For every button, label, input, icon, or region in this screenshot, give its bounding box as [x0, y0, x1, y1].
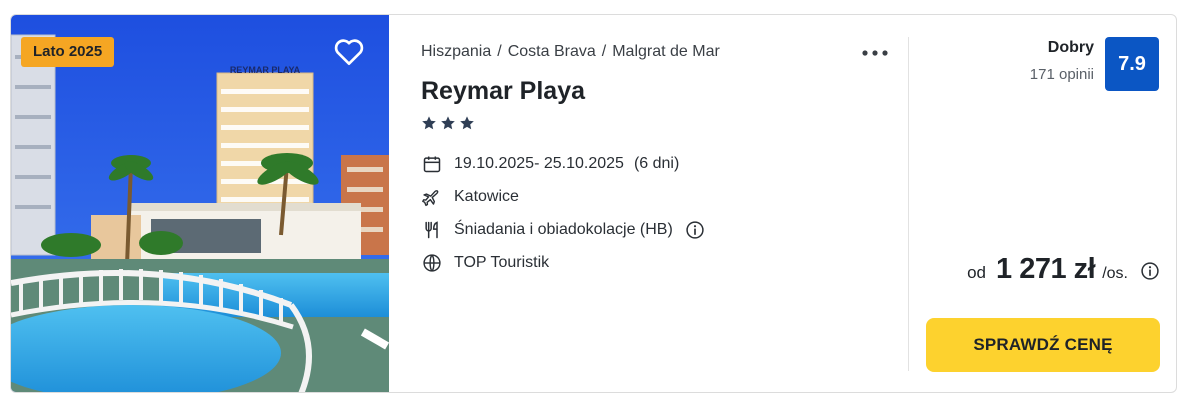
departure-airport: Katowice [421, 185, 891, 209]
price-info-button[interactable] [1140, 261, 1160, 281]
rating-label: Dobry [1047, 39, 1094, 56]
breadcrumb-separator: / [497, 43, 502, 60]
breadcrumb-country[interactable]: Hiszpania [421, 43, 491, 60]
season-badge: Lato 2025 [21, 37, 115, 67]
star-icon [441, 116, 455, 130]
breadcrumb-region[interactable]: Costa Brava [508, 43, 596, 60]
breadcrumb: Hiszpania / Costa Brava / Malgrat de Mar [421, 43, 720, 61]
column-divider [908, 37, 909, 371]
hotel-photo-image: REYMAR PLAYA [11, 15, 389, 392]
operator-text: TOP Touristik [454, 254, 550, 271]
price-unit: /os. [1102, 265, 1128, 282]
more-options-button[interactable] [857, 43, 893, 63]
board-info-button[interactable] [685, 220, 705, 240]
calendar-icon [421, 153, 443, 175]
hotel-photo[interactable]: REYMAR PLAYA Lato 2025 [11, 15, 389, 392]
favorite-button[interactable] [331, 33, 367, 69]
more-horizontal-icon [862, 50, 888, 56]
offer-details: Hiszpania / Costa Brava / Malgrat de Mar Rey… [421, 15, 901, 392]
info-circle-icon [686, 221, 704, 239]
rating-score-badge[interactable]: 7.9 [1105, 37, 1159, 91]
star-icon [460, 116, 474, 130]
dates-text: 19.10.2025- 25.10.2025 [454, 155, 624, 172]
info-circle-icon [1141, 262, 1159, 280]
price-prefix: od [967, 263, 987, 282]
breadcrumb-separator: / [601, 43, 607, 60]
star-icon [422, 116, 436, 130]
price-amount: 1 271 zł [996, 253, 1096, 285]
star-rating [421, 115, 475, 131]
airplane-icon [421, 186, 443, 208]
board-text: Śniadania i obiadokolacje (HB) [454, 221, 673, 238]
tour-operator: TOP Touristik [421, 251, 891, 275]
offer-card[interactable]: REYMAR PLAYA Lato 2025 Hiszpania / Costa… [10, 14, 1177, 393]
globe-icon [421, 252, 443, 274]
duration-text: (6 dni) [633, 155, 680, 172]
hotel-sign: REYMAR PLAYA [230, 65, 301, 75]
hotel-name[interactable]: Reymar Playa [421, 77, 585, 106]
reviews-count[interactable]: 171 opinii [1030, 66, 1094, 83]
heart-icon [334, 39, 364, 65]
check-price-button[interactable]: SPRAWDŹ CENĘ [926, 318, 1160, 372]
price: od 1 271 zł /os. [967, 253, 1160, 286]
travel-dates: 19.10.2025- 25.10.2025 (6 dni) [421, 152, 891, 176]
fork-knife-icon [421, 219, 443, 241]
airport-text: Katowice [454, 188, 519, 205]
board-type: Śniadania i obiadokolacje (HB) [421, 218, 891, 242]
breadcrumb-city[interactable]: Malgrat de Mar [612, 43, 720, 60]
